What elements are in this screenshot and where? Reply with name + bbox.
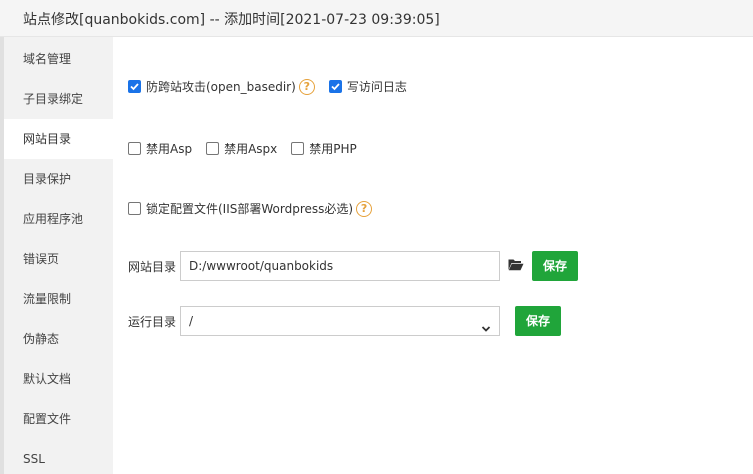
disable-aspx-label: 禁用Aspx bbox=[224, 142, 278, 156]
access-log-label: 写访问日志 bbox=[346, 80, 407, 94]
sidebar-item-error-page[interactable]: 错误页 bbox=[4, 239, 113, 279]
disable-php-checkbox[interactable] bbox=[291, 142, 305, 155]
disable-php-label: 禁用PHP bbox=[309, 142, 357, 156]
sidebar-item-site-dir[interactable]: 网站目录 bbox=[4, 119, 113, 159]
sidebar-nav: 域名管理 子目录绑定 网站目录 目录保护 应用程序池 错误页 流量限制 伪静态 … bbox=[0, 37, 113, 474]
site-dir-input[interactable] bbox=[180, 251, 501, 281]
help-icon[interactable]: ? bbox=[298, 78, 315, 95]
lock-config-label: 锁定配置文件(IIS部署Wordpress必选) bbox=[146, 202, 354, 216]
site-dir-label: 网站目录 bbox=[128, 259, 177, 274]
access-log-checkbox[interactable] bbox=[328, 80, 342, 93]
sidebar-item-traffic-limit[interactable]: 流量限制 bbox=[4, 279, 113, 319]
run-dir-row: 运行目录 / 保存 bbox=[128, 306, 562, 336]
help-icon[interactable]: ? bbox=[356, 200, 373, 217]
folder-open-icon[interactable] bbox=[508, 258, 524, 274]
security-options-row: 防跨站攻击(open_basedir) ? 写访问日志 bbox=[128, 78, 421, 95]
disable-options-row: 禁用Asp 禁用Aspx 禁用PHP bbox=[128, 140, 371, 157]
open-basedir-checkbox[interactable] bbox=[128, 80, 141, 93]
run-dir-save-button[interactable]: 保存 bbox=[515, 306, 562, 336]
run-dir-selected-value: / bbox=[189, 314, 194, 328]
sidebar-item-domain[interactable]: 域名管理 bbox=[4, 39, 113, 79]
disable-aspx-option[interactable]: 禁用Aspx bbox=[206, 140, 277, 157]
site-dir-save-button[interactable]: 保存 bbox=[532, 251, 579, 281]
sidebar-item-default-doc[interactable]: 默认文档 bbox=[4, 359, 113, 399]
sidebar-item-app-pool[interactable]: 应用程序池 bbox=[4, 199, 113, 239]
open-basedir-option[interactable]: 防跨站攻击(open_basedir) ? bbox=[128, 78, 315, 95]
disable-asp-label: 禁用Asp bbox=[146, 142, 193, 156]
window-titlebar: 站点修改[quanbokids.com] -- 添加时间[2021-07-23 … bbox=[0, 0, 753, 37]
sidebar-item-rewrite[interactable]: 伪静态 bbox=[4, 319, 113, 359]
lock-config-option[interactable]: 锁定配置文件(IIS部署Wordpress必选) ? bbox=[128, 200, 373, 217]
chevron-down-icon bbox=[481, 316, 491, 344]
run-dir-select[interactable]: / bbox=[180, 306, 501, 336]
sidebar-item-config-file[interactable]: 配置文件 bbox=[4, 399, 113, 439]
site-dir-row: 网站目录 保存 bbox=[128, 251, 579, 281]
disable-aspx-checkbox[interactable] bbox=[206, 142, 220, 155]
open-basedir-label: 防跨站攻击(open_basedir) bbox=[146, 80, 296, 94]
run-dir-label: 运行目录 bbox=[128, 314, 177, 329]
sidebar-item-ssl[interactable]: SSL bbox=[4, 439, 113, 474]
disable-asp-option[interactable]: 禁用Asp bbox=[128, 140, 192, 157]
lock-config-row: 锁定配置文件(IIS部署Wordpress必选) ? bbox=[128, 200, 386, 217]
main-content: 防跨站攻击(open_basedir) ? 写访问日志 禁用Asp 禁用Aspx… bbox=[113, 37, 753, 474]
lock-config-checkbox[interactable] bbox=[128, 202, 141, 215]
access-log-option[interactable]: 写访问日志 bbox=[328, 78, 407, 95]
window-title: 站点修改[quanbokids.com] -- 添加时间[2021-07-23 … bbox=[23, 12, 440, 28]
sidebar-item-subdir-binding[interactable]: 子目录绑定 bbox=[4, 79, 113, 119]
disable-php-option[interactable]: 禁用PHP bbox=[291, 140, 357, 157]
disable-asp-checkbox[interactable] bbox=[128, 142, 141, 155]
sidebar-item-dir-protect[interactable]: 目录保护 bbox=[4, 159, 113, 199]
